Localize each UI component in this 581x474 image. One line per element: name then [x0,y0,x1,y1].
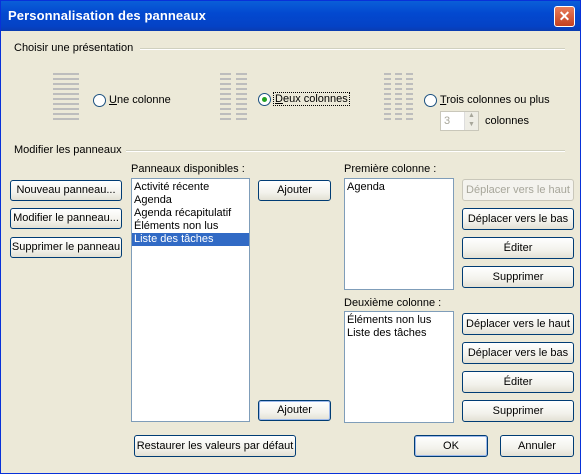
one-column-label[interactable]: Une colonne [109,94,171,106]
title-bar[interactable]: Personnalisation des panneaux ✕ [1,1,580,31]
first-column-edit-button[interactable]: Éditer [462,237,574,259]
two-columns-label[interactable]: Deux colonnes [273,92,350,106]
presentation-group-label: Choisir une présentation [14,42,134,54]
first-column-remove-button[interactable]: Supprimer [462,266,574,288]
second-column-move-up-button[interactable]: Déplacer vers le haut [462,313,574,335]
add-button-first-column[interactable]: Ajouter [258,180,331,201]
new-panel-button[interactable]: Nouveau panneau... [10,180,122,201]
cancel-button[interactable]: Annuler [500,435,574,457]
second-column-remove-button[interactable]: Supprimer [462,400,574,422]
modify-panel-button[interactable]: Modifier le panneau... [10,208,122,229]
first-column-list[interactable]: Agenda [344,178,454,290]
columns-label: colonnes [485,115,530,127]
list-item-selected[interactable]: Liste des tâches [132,233,249,246]
two-columns-layout-icon [220,73,248,125]
one-column-layout-icon [53,73,79,125]
available-panels-label: Panneaux disponibles : [131,163,245,175]
second-column-edit-button[interactable]: Éditer [462,371,574,393]
three-columns-layout-icon [384,73,414,125]
available-panels-list[interactable]: Activité récente Agenda Agenda récapitul… [131,178,250,422]
window-title: Personnalisation des panneaux [8,8,206,23]
first-column-move-down-button[interactable]: Déplacer vers le bas [462,208,574,230]
presentation-separator [140,48,565,50]
restore-defaults-button[interactable]: Restaurer les valeurs par défaut [134,435,296,457]
list-item[interactable]: Activité récente [132,181,249,194]
spinner-arrows[interactable]: ▲ ▼ [464,112,478,130]
second-column-list[interactable]: Éléments non lus Liste des tâches [344,311,454,423]
close-icon: ✕ [558,8,571,24]
first-column-move-up-button[interactable]: Déplacer vers le haut [462,179,574,201]
three-columns-label[interactable]: Trois colonnes ou plus [440,94,550,106]
first-column-label: Première colonne : [344,163,437,175]
list-item[interactable]: Agenda [132,194,249,207]
one-column-radio[interactable] [93,94,106,107]
ok-button[interactable]: OK [414,435,488,457]
panels-separator [126,150,565,152]
two-columns-radio[interactable] [258,93,271,106]
columns-count-spinner[interactable]: 3 ▲ ▼ [440,111,479,131]
panels-group-label: Modifier les panneaux [14,144,122,156]
second-column-label: Deuxième colonne : [344,297,442,309]
second-column-move-down-button[interactable]: Déplacer vers le bas [462,342,574,364]
spin-down-icon[interactable]: ▼ [468,121,475,128]
delete-panel-button[interactable]: Supprimer le panneau [10,237,122,258]
list-item[interactable]: Agenda [345,181,453,194]
close-button[interactable]: ✕ [554,6,575,27]
columns-count-value: 3 [444,115,451,127]
add-button-second-column[interactable]: Ajouter [258,400,331,421]
list-item[interactable]: Liste des tâches [345,327,453,340]
spin-up-icon[interactable]: ▲ [468,112,475,119]
three-columns-radio[interactable] [424,94,437,107]
list-item[interactable]: Éléments non lus [345,314,453,327]
list-item[interactable]: Agenda récapitulatif [132,207,249,220]
list-item[interactable]: Éléments non lus [132,220,249,233]
